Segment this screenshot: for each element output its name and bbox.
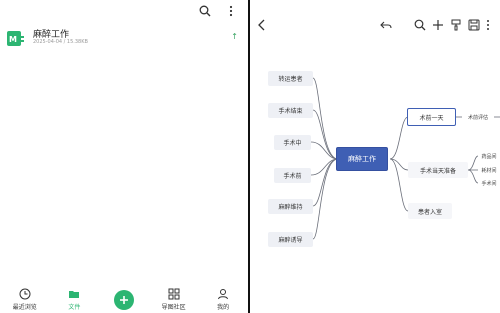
file-browser-pane: M 麻醉工作 2025-04-04 / 15.38KB ↑ 最近浏览 文件 导图… (0, 0, 248, 313)
nav-community[interactable]: 导图社区 (154, 288, 194, 311)
clock-icon (19, 288, 31, 300)
node-during-surgery[interactable]: 手术中 (274, 135, 311, 150)
node-preop-assessment[interactable]: 术前评估 (463, 112, 493, 122)
node-supplies[interactable]: 耗材间 (478, 165, 500, 175)
search-icon[interactable] (198, 4, 212, 18)
node-root[interactable]: 麻醉工作 (336, 147, 388, 171)
node-day-before[interactable]: 术前一天 (407, 108, 456, 126)
add-button[interactable] (114, 290, 134, 310)
node-transfer-patient[interactable]: 转运患者 (268, 71, 313, 86)
folder-icon (69, 291, 80, 298)
file-meta: 2025-04-04 / 15.38KB (33, 39, 88, 45)
grid-icon (168, 288, 180, 300)
top-toolbar (198, 4, 238, 18)
nav-files[interactable]: 文件 (54, 288, 94, 311)
nav-mine[interactable]: 我的 (203, 288, 243, 311)
nav-recent-label: 最近浏览 (12, 304, 37, 311)
connector-left-1 (312, 77, 339, 160)
node-surgery-day-prep[interactable]: 手术当天准备 (408, 162, 468, 178)
connector-right-1 (389, 116, 409, 160)
node-anesthesia-induction[interactable]: 麻醉诱导 (268, 232, 313, 247)
node-anesthesia-maintenance[interactable]: 麻醉维持 (268, 199, 313, 214)
nav-community-label: 导图社区 (161, 304, 186, 311)
node-surgery-end[interactable]: 手术结束 (268, 103, 313, 118)
mindmap-file-icon: M (6, 30, 26, 48)
user-icon (218, 289, 229, 300)
connector-left-3 (310, 141, 339, 160)
nav-files-label: 文件 (68, 304, 81, 311)
connector-right-3 (389, 158, 409, 212)
connector-sub-4 (467, 169, 479, 184)
svg-text:M: M (9, 35, 17, 44)
nav-mine-label: 我的 (217, 304, 230, 311)
node-pharmacy[interactable]: 药品间 (478, 151, 500, 161)
node-operating-room[interactable]: 手术间 (478, 178, 500, 188)
node-before-surgery[interactable]: 手术前 (274, 168, 311, 183)
more-vertical-icon[interactable] (224, 4, 238, 18)
file-list-item[interactable]: M 麻醉工作 2025-04-04 / 15.38KB ↑ (6, 26, 242, 52)
connector-left-6 (312, 158, 339, 240)
nav-recent[interactable]: 最近浏览 (5, 288, 45, 311)
node-patient-admission[interactable]: 患者入室 (408, 203, 452, 219)
upload-arrow-icon[interactable]: ↑ (231, 32, 238, 41)
mindmap-editor-pane: 转运患者 手术结束 手术中 手术前 麻醉维持 麻醉诱导 麻醉工作 术前一天 手术… (250, 0, 500, 313)
connector-left-4 (310, 158, 339, 176)
connector-sub-2 (467, 155, 479, 171)
plus-icon (120, 296, 128, 304)
